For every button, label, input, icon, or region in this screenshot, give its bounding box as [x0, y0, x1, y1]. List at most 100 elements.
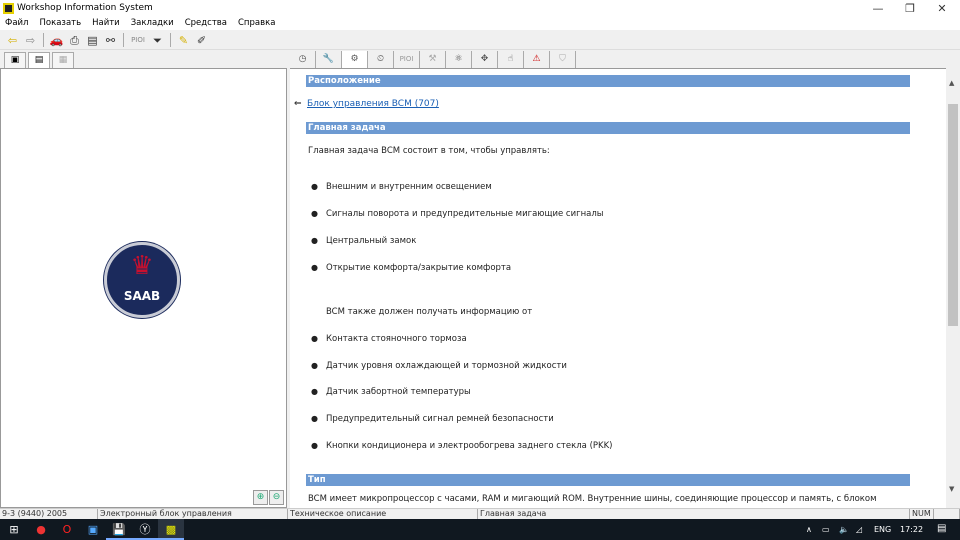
- bullet: ●: [311, 182, 318, 191]
- notifications-icon[interactable]: ▤: [937, 523, 946, 534]
- tab-gauge-icon[interactable]: ◷: [290, 51, 316, 68]
- saab-logo: ♛ SAAB: [104, 242, 180, 318]
- binoculars-icon[interactable]: ⚯: [103, 33, 118, 48]
- menu-bar: Файл Показать Найти Закладки Средства Сп…: [0, 17, 960, 30]
- bullet: ●: [311, 414, 318, 423]
- menu-view[interactable]: Показать: [39, 17, 81, 30]
- tab-tree-icon[interactable]: ▣: [4, 52, 26, 68]
- zoom-out-button[interactable]: ⊖: [269, 490, 284, 505]
- location-link[interactable]: Блок управления BCM (707): [307, 99, 439, 109]
- tab-components-icon[interactable]: ⚛: [446, 51, 472, 68]
- toolbar: ⇦ ⇨ 🚗 ⎙ ▤ ⚯ PIOI ⏷ ✎ ✐: [0, 31, 960, 50]
- tab-hand-icon[interactable]: ☝: [498, 51, 524, 68]
- tab-wrench-icon[interactable]: 🔧: [316, 51, 342, 68]
- tray-chevron-icon[interactable]: ∧: [806, 525, 812, 534]
- tab-shirt-icon[interactable]: ⛉: [550, 51, 576, 68]
- section-header-main-task: Главная задача: [306, 122, 910, 134]
- status-bar: 9-3 (9440) 2005 Электронный блок управле…: [0, 508, 960, 519]
- scrollbar-thumb[interactable]: [948, 104, 958, 326]
- forward-arrow-icon[interactable]: ⇨: [23, 33, 38, 48]
- list-item: Открытие комфорта/закрытие комфорта: [326, 263, 512, 273]
- language-indicator[interactable]: ENG: [874, 525, 891, 534]
- bullet: ●: [311, 209, 318, 218]
- app-icon[interactable]: ▣: [80, 519, 106, 540]
- type-text: BCM имеет микропроцессор с часами, RAM и…: [308, 494, 877, 504]
- list-item: Сигналы поворота и предупредительные миг…: [326, 209, 604, 219]
- windows-start-icon[interactable]: ⊞: [0, 519, 28, 540]
- menu-bookmarks[interactable]: Закладки: [131, 17, 174, 30]
- status-section: Главная задача: [478, 509, 910, 519]
- taskbar: ⊞ ● O ▣ 💾 Ⓨ ▩: [0, 519, 960, 540]
- right-tabs: ◷ 🔧 ⚙ ⏲ PIOI ⚒ ⚛ ✥ ☝ ⚠ ⛉: [290, 50, 960, 68]
- separator: [123, 33, 124, 47]
- close-button[interactable]: ✕: [926, 0, 958, 17]
- print-icon[interactable]: ⎙: [67, 33, 82, 48]
- car-icon[interactable]: 🚗: [49, 33, 64, 48]
- scroll-down-icon[interactable]: ▼: [949, 485, 954, 493]
- separator: [170, 33, 171, 47]
- wis-taskbar-icon[interactable]: ▩: [158, 519, 184, 540]
- floppy-icon[interactable]: 💾: [106, 519, 132, 540]
- list-item: Внешним и внутренним освещением: [326, 182, 492, 192]
- tab-image-icon[interactable]: ▦: [52, 52, 74, 68]
- minimize-button[interactable]: —: [862, 0, 894, 17]
- note-icon[interactable]: ✐: [194, 33, 209, 48]
- document-pane: Расположение ⇐ Блок управления BCM (707)…: [290, 68, 946, 508]
- zoom-in-button[interactable]: ⊕: [253, 490, 268, 505]
- logo-text: SAAB: [123, 289, 161, 303]
- back-arrow-icon[interactable]: ⇦: [5, 33, 20, 48]
- highlighter-icon[interactable]: ✎: [176, 33, 191, 48]
- tab-pioi[interactable]: PIOI: [394, 51, 420, 68]
- menu-help[interactable]: Справка: [238, 17, 275, 30]
- tab-tool-icon[interactable]: ⚒: [420, 51, 446, 68]
- app-icon: [3, 3, 14, 14]
- list-item: Контакта стояночного тормоза: [326, 334, 467, 344]
- tab-warning-icon[interactable]: ⚠: [524, 51, 550, 68]
- left-tabs: ▣ ▤ ▦: [0, 50, 286, 68]
- tab-clock-icon[interactable]: ⏲: [368, 51, 394, 68]
- network-icon[interactable]: ▭: [822, 525, 830, 534]
- tab-move-icon[interactable]: ✥: [472, 51, 498, 68]
- menu-find[interactable]: Найти: [92, 17, 120, 30]
- section-header-location: Расположение: [306, 75, 910, 87]
- list-item: Датчик уровня охлаждающей и тормозной жи…: [326, 361, 567, 371]
- list-item: Кнопки кондиционера и электрообогрева за…: [326, 441, 613, 451]
- menu-file[interactable]: Файл: [5, 17, 28, 30]
- bullet: ●: [311, 361, 318, 370]
- intro-text: Главная задача BCM состоит в том, чтобы …: [308, 146, 550, 156]
- bullet: ●: [311, 263, 318, 272]
- status-module: Электронный блок управления: [98, 509, 288, 519]
- list-item: Предупредительный сигнал ремней безопасн…: [326, 414, 554, 424]
- wifi-icon[interactable]: ◿: [856, 525, 862, 534]
- yandex-icon[interactable]: ●: [28, 519, 54, 540]
- status-doc: Техническое описание: [288, 509, 478, 519]
- funnel-icon[interactable]: ⏷: [150, 33, 165, 48]
- link-arrow-icon: ⇐: [294, 99, 302, 109]
- griffin-icon: ♛: [130, 251, 154, 281]
- download-doc-icon[interactable]: ▤: [85, 33, 100, 48]
- window-title: Workshop Information System: [17, 3, 153, 13]
- yandex-browser-icon[interactable]: Ⓨ: [132, 519, 158, 540]
- volume-icon[interactable]: 🔈: [839, 525, 849, 534]
- bullet: ●: [311, 334, 318, 343]
- status-empty: [934, 509, 960, 519]
- menu-tools[interactable]: Средства: [185, 17, 227, 30]
- title-bar: Workshop Information System — ❐ ✕: [0, 0, 960, 17]
- tab-gears-icon[interactable]: ⚙: [342, 51, 368, 68]
- bullet: ●: [311, 236, 318, 245]
- status-model: 9-3 (9440) 2005: [0, 509, 98, 519]
- clock[interactable]: 17:22: [900, 525, 923, 534]
- opera-icon[interactable]: O: [54, 519, 80, 540]
- tab-list-icon[interactable]: ▤: [28, 52, 50, 68]
- restore-button[interactable]: ❐: [894, 0, 926, 17]
- scroll-up-icon[interactable]: ▲: [949, 79, 954, 87]
- inputs-intro-text: BCM также должен получать информацию от: [326, 307, 533, 317]
- status-num: NUM: [910, 509, 934, 519]
- pioi-button[interactable]: PIOI: [129, 33, 147, 48]
- list-item: Центральный замок: [326, 236, 417, 246]
- section-header-type: Тип: [306, 474, 910, 486]
- bullet: ●: [311, 387, 318, 396]
- separator: [43, 33, 44, 47]
- bullet: ●: [311, 441, 318, 450]
- list-item: Датчик забортной температуры: [326, 387, 471, 397]
